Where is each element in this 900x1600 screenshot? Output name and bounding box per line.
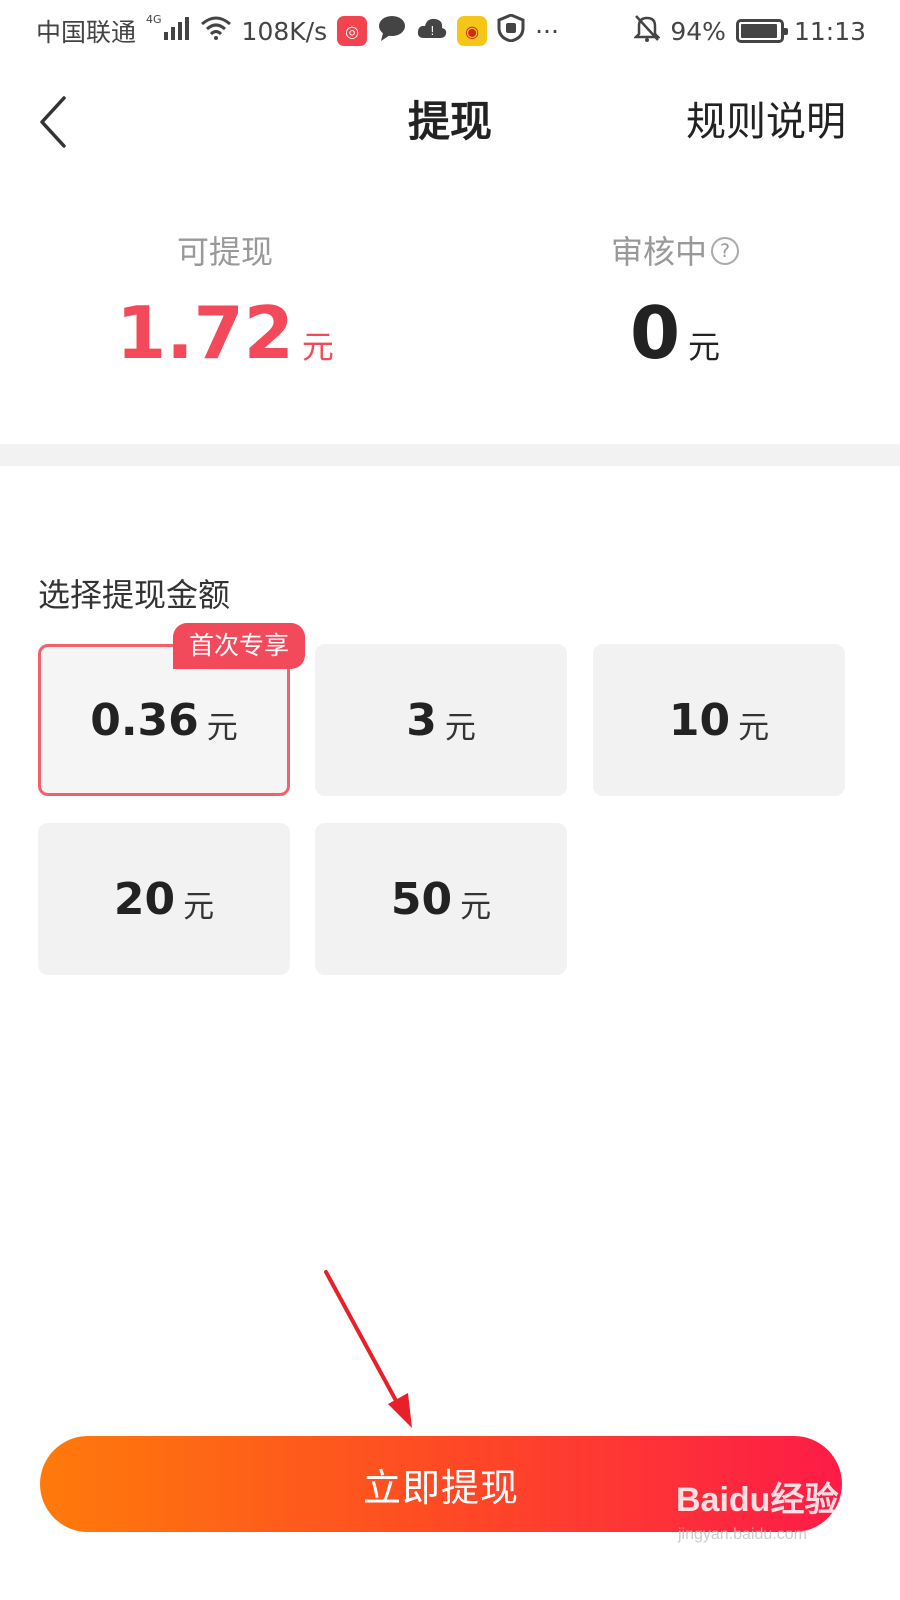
amount-option-4[interactable]: 50 元 (315, 823, 567, 975)
amount-option-value: 20 (113, 873, 176, 925)
available-amount: 1.72 (116, 291, 294, 375)
amount-section-title: 选择提现金额 (38, 576, 231, 614)
chat-icon (377, 14, 407, 48)
reviewing-amount: 0 (629, 291, 681, 375)
amount-option-value: 3 (406, 694, 437, 746)
amount-option-2[interactable]: 10 元 (593, 644, 845, 796)
clock: 11:13 (793, 16, 866, 46)
battery-icon (735, 19, 788, 43)
amount-option-unit: 元 (183, 888, 215, 925)
first-time-badge: 首次专享 (172, 623, 305, 669)
reviewing-balance: 审核中? 0元 (450, 230, 900, 378)
available-balance: 可提现 1.72 元 (0, 230, 450, 378)
status-bar-left: 中国联通 4G 108K/s ◎ ! ◉ ··· (36, 13, 569, 49)
baidu-jingyan-watermark: Baidu经验 (676, 1481, 839, 1519)
reviewing-label-row: 审核中? (450, 230, 900, 274)
amount-option-3[interactable]: 20 元 (38, 823, 290, 975)
video-app-icon: ◎ (337, 16, 368, 46)
reviewing-unit: 元 (688, 328, 721, 366)
available-label: 可提现 (176, 233, 273, 271)
help-icon[interactable]: ? (711, 237, 739, 265)
amount-option-value: 10 (668, 694, 731, 746)
battery-percent: 94% (670, 16, 726, 46)
withdraw-now-label: 立即提现 (362, 1465, 519, 1510)
shield-hand-icon (497, 13, 525, 48)
section-divider (0, 444, 900, 466)
amount-option-value: 50 (390, 873, 453, 925)
withdraw-page: 中国联通 4G 108K/s ◎ ! ◉ ··· 94% 11:13 提现 规则… (0, 0, 900, 1600)
status-bar: 中国联通 4G 108K/s ◎ ! ◉ ··· 94% 11:13 (0, 0, 900, 62)
cloud-icon: ! (417, 16, 447, 46)
watermark-url: jingyan.baidu.com (678, 1526, 807, 1543)
weibo-icon: ◉ (457, 16, 488, 46)
amount-option-unit: 元 (444, 709, 476, 746)
amount-option-unit: 元 (738, 709, 770, 746)
svg-text:!: ! (430, 24, 435, 38)
battery-level-fill (740, 24, 777, 38)
nav-bar: 提现 规则说明 (0, 62, 900, 182)
amount-option-unit: 元 (206, 709, 238, 746)
signal-icon (163, 16, 190, 46)
available-value: 1.72 元 (0, 288, 450, 378)
status-bar-right: 94% 11:13 (633, 14, 866, 48)
amount-option-1[interactable]: 3元 (315, 644, 567, 796)
amount-option-0[interactable]: 0.36 元 首次专享 (38, 623, 305, 796)
balance-summary: 可提现 1.72 元 审核中? 0元 (0, 230, 900, 390)
amount-option-unit: 元 (460, 888, 492, 925)
network-speed: 108K/s (241, 16, 328, 46)
carrier-name: 中国联通 (36, 18, 137, 47)
network-type: 4G (146, 12, 162, 26)
reviewing-label: 审核中 (610, 233, 707, 271)
wifi-icon (200, 16, 232, 46)
mute-bell-icon (633, 14, 662, 48)
more-notifications: ··· (535, 16, 559, 46)
rules-link[interactable]: 规则说明 (686, 62, 846, 182)
available-unit: 元 (301, 328, 334, 366)
amount-option-value: 0.36 (90, 694, 199, 746)
reviewing-value: 0元 (450, 288, 900, 378)
